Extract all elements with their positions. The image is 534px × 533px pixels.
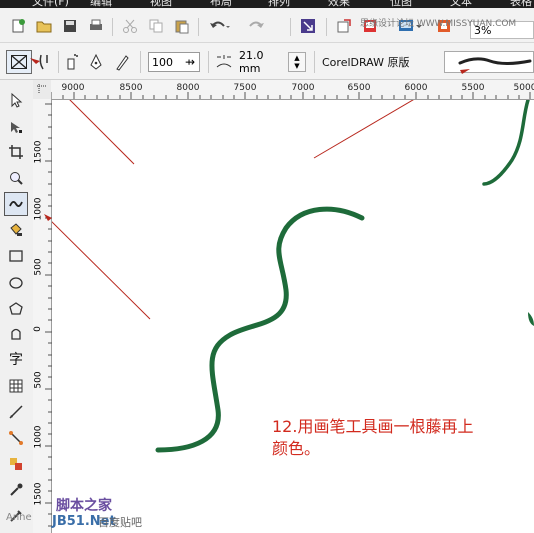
annotation-line-1: 12.用画笔工具画一根藤再上 (272, 417, 474, 436)
vine-stroke (155, 206, 365, 453)
import-icon[interactable] (298, 16, 318, 36)
arrow-to-freehand-tool (52, 221, 151, 320)
new-document-icon[interactable] (8, 16, 28, 36)
watermark-site-name: 脚本之家 (56, 498, 112, 514)
menu-bitmaps[interactable]: 位图 (390, 0, 412, 8)
sprayer-mode-icon[interactable] (62, 52, 82, 72)
ruler-tick: 0 (32, 326, 43, 332)
connector-tool-icon[interactable] (4, 426, 28, 450)
vine-stroke-partial (482, 100, 530, 186)
smoothing-field[interactable]: 100 ⇸ (148, 52, 200, 72)
smart-fill-tool-icon[interactable] (4, 218, 28, 242)
menu-edit[interactable]: 编辑 (90, 0, 112, 8)
pick-tool-icon[interactable] (4, 88, 28, 112)
ruler-tick: 1000 (33, 197, 44, 221)
drawing-canvas[interactable] (30, 58, 534, 533)
save-icon[interactable] (60, 16, 80, 36)
dimension-tool-icon[interactable] (4, 400, 28, 424)
spin-down-icon[interactable]: ▼ (294, 62, 299, 70)
open-folder-icon[interactable] (34, 16, 54, 36)
toolbox: 字 (0, 80, 34, 533)
preset-label: CorelDRAW 原版 (322, 56, 410, 69)
pressure-mode-icon[interactable] (112, 52, 132, 72)
menu-arrange[interactable]: 排列 (268, 0, 290, 8)
brush-mode-icon[interactable] (36, 52, 52, 72)
menu-view[interactable]: 视图 (150, 0, 172, 8)
table-tool-icon[interactable] (4, 374, 28, 398)
ruler-tick: 1000 (33, 425, 44, 449)
text-tool-icon[interactable]: 字 (4, 347, 28, 371)
smoothing-slider-icon[interactable]: ⇸ (185, 55, 195, 69)
site-watermark: 思缘设计论坛 WWW.MISSYUAN.COM (360, 19, 517, 29)
arrow-to-preset-button (69, 100, 135, 165)
arrow-to-preset-stroke (313, 100, 414, 159)
annotation-line-2: 颜色。 (272, 439, 321, 458)
menu-layout[interactable]: 布局 (210, 0, 232, 8)
stroke-width-value: 21.0 mm (239, 49, 264, 75)
canvas-graphics (52, 100, 534, 453)
menu-table[interactable]: 表格 (510, 0, 532, 8)
paste-icon[interactable] (172, 16, 192, 36)
print-icon[interactable] (86, 16, 106, 36)
ruler-tick: 1500 (33, 482, 44, 506)
zoom-tool-icon[interactable] (4, 166, 28, 190)
preset-stroke-list[interactable] (444, 51, 534, 73)
cut-icon[interactable] (120, 16, 140, 36)
corner-mark: Anne (6, 512, 32, 523)
vine-leaf-partial (528, 312, 534, 326)
tutorial-annotation: 12.用画笔工具画一根藤再上 颜色。 (272, 416, 473, 460)
watermark-small: 百度贴吧 (98, 516, 142, 529)
menu-file[interactable]: 文件(F) (32, 0, 69, 8)
ruler-tick: 500 (33, 258, 44, 276)
ellipse-tool-icon[interactable] (4, 271, 28, 295)
polygon-tool-icon[interactable] (4, 297, 28, 321)
stroke-width-spinner[interactable]: ▲ ▼ (288, 52, 306, 72)
undo-icon[interactable] (206, 16, 232, 36)
crop-tool-icon[interactable] (4, 140, 28, 164)
standard-toolbar: 3% 思缘设计论坛 WWW.MISSYUAN.COM (0, 8, 534, 43)
stroke-width-icon (214, 52, 234, 72)
copy-icon[interactable] (146, 16, 166, 36)
preset-mode-button[interactable] (6, 50, 32, 74)
ruler-origin-corner[interactable] (33, 80, 51, 99)
property-bar: 100 ⇸ 21.0 mm ▲ ▼ CorelDRAW 原版 (0, 43, 534, 80)
blend-tool-icon[interactable] (4, 452, 28, 476)
export-icon[interactable] (334, 16, 354, 36)
menu-effects[interactable]: 效果 (328, 0, 350, 8)
rectangle-tool-icon[interactable] (4, 244, 28, 268)
horizontal-ruler[interactable]: 9000 8500 8000 7500 7000 6500 6000 5500 … (33, 80, 534, 100)
vertical-ruler[interactable]: 1500 1000 500 0 500 1000 1500 (33, 99, 52, 533)
ruler-tick: 500 (33, 371, 44, 389)
smoothing-value: 100 (152, 55, 173, 69)
freehand-tool-icon[interactable] (4, 192, 28, 216)
redo-icon[interactable] (244, 16, 270, 36)
basic-shapes-tool-icon[interactable] (4, 322, 28, 346)
spin-up-icon[interactable]: ▲ (294, 54, 299, 62)
ruler-tick: 1500 (33, 140, 44, 164)
shape-tool-icon[interactable] (4, 115, 28, 139)
eyedropper-tool-icon[interactable] (4, 478, 28, 502)
menu-bar: 文件(F) 编辑 视图 布局 排列 效果 位图 文本 表格 (0, 0, 534, 8)
menu-text[interactable]: 文本 (450, 0, 472, 8)
calligraphic-mode-icon[interactable] (86, 52, 106, 72)
stroke-width-field[interactable]: 21.0 mm (236, 49, 288, 75)
